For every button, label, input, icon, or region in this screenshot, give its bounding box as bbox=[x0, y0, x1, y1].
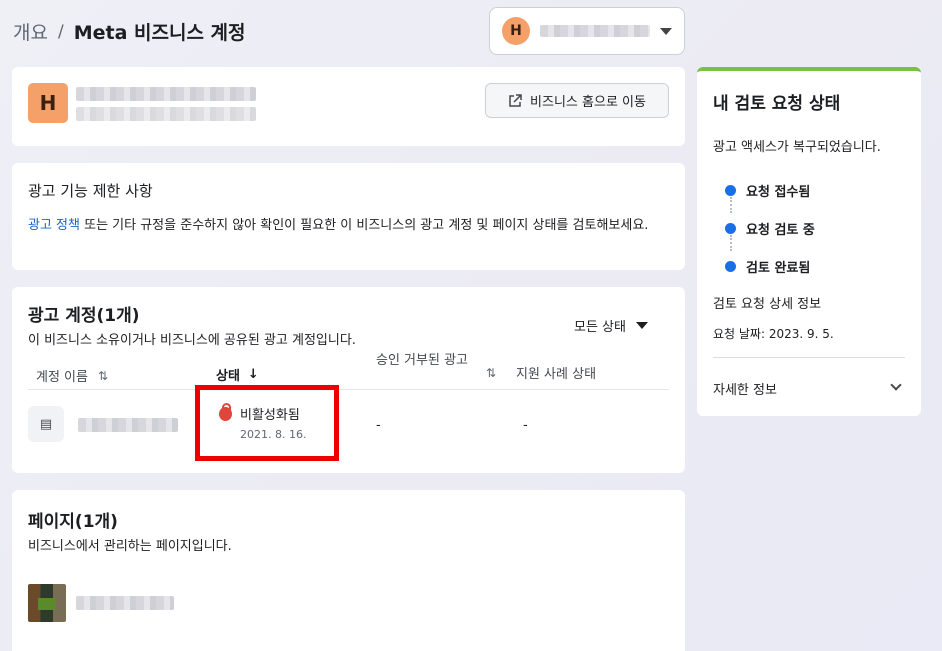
go-to-business-home-label: 비즈니스 홈으로 이동 bbox=[530, 95, 646, 110]
table-divider bbox=[28, 389, 669, 390]
ad-accounts-subtitle: 이 비즈니스 소유이거나 비즈니스에 공유된 광고 계정입니다. bbox=[28, 333, 356, 348]
pages-title: 페이지(1개) bbox=[28, 512, 118, 532]
account-name-redacted bbox=[540, 25, 650, 37]
business-avatar: H bbox=[28, 83, 68, 123]
column-header-support-case[interactable]: 지원 사례 상태 bbox=[516, 363, 596, 382]
status-filter-dropdown[interactable]: 모든 상태 bbox=[574, 316, 648, 335]
step-item: 요청 접수됨 bbox=[725, 171, 815, 209]
review-steps: 요청 접수됨 요청 검토 중 검토 완료됨 bbox=[725, 171, 815, 285]
review-status-description: 광고 액세스가 복구되었습니다. bbox=[713, 140, 881, 155]
step-dot-icon bbox=[725, 260, 736, 272]
step-connector bbox=[730, 235, 732, 251]
review-status-card: 내 검토 요청 상태 광고 액세스가 복구되었습니다. 요청 접수됨 요청 검토… bbox=[697, 67, 921, 416]
page-name-redacted[interactable] bbox=[76, 596, 174, 610]
sort-icon: ⇅ bbox=[97, 368, 109, 383]
column-header-account-name[interactable]: 계정 이름 ⇅ bbox=[36, 366, 109, 386]
breadcrumb-overview-link[interactable]: 개요 bbox=[13, 18, 48, 45]
step-item: 요청 검토 중 bbox=[725, 209, 815, 247]
step-connector bbox=[730, 197, 732, 213]
column-header-status[interactable]: 상태 ↓ bbox=[216, 365, 259, 384]
external-link-icon bbox=[509, 93, 522, 107]
step-dot-icon bbox=[725, 222, 736, 234]
page-thumbnail bbox=[28, 584, 66, 622]
ad-accounts-card: 광고 계정(1개) 이 비즈니스 소유이거나 비즈니스에 공유된 광고 계정입니… bbox=[12, 287, 685, 473]
ad-accounts-title: 광고 계정(1개) bbox=[28, 306, 140, 326]
review-detail-title: 검토 요청 상세 정보 bbox=[713, 297, 822, 312]
restriction-description-text: 또는 기타 규정을 준수하지 않아 확인이 필요한 이 비즈니스의 광고 계정 … bbox=[79, 218, 649, 233]
chevron-down-icon bbox=[660, 27, 672, 35]
sort-down-arrow-icon: ↓ bbox=[247, 367, 259, 382]
ad-account-name-redacted[interactable] bbox=[78, 418, 178, 432]
step-label: 요청 검토 중 bbox=[746, 222, 815, 238]
ad-restriction-card: 광고 기능 제한 사항 광고 정책 또는 기타 규정을 준수하지 않아 확인이 … bbox=[12, 163, 685, 270]
column-header-status-label: 상태 bbox=[216, 369, 240, 384]
step-label: 검토 완료됨 bbox=[746, 260, 811, 276]
more-info-toggle[interactable]: 자세한 정보 bbox=[713, 379, 777, 398]
business-name-redacted bbox=[76, 87, 256, 101]
column-header-account-name-label: 계정 이름 bbox=[36, 370, 88, 385]
support-case-value: - bbox=[523, 418, 528, 433]
divider bbox=[713, 357, 905, 358]
restriction-title: 광고 기능 제한 사항 bbox=[28, 182, 153, 200]
status-filter-label: 모든 상태 bbox=[574, 320, 626, 335]
step-item: 검토 완료됨 bbox=[725, 247, 815, 285]
step-dot-icon bbox=[725, 184, 736, 196]
breadcrumb-separator: / bbox=[57, 21, 64, 42]
step-label: 요청 접수됨 bbox=[746, 184, 811, 200]
account-switcher[interactable]: H bbox=[489, 7, 685, 55]
go-to-business-home-button[interactable]: 비즈니스 홈으로 이동 bbox=[485, 83, 669, 118]
highlight-annotation-box bbox=[195, 385, 339, 461]
ad-policy-link[interactable]: 광고 정책 bbox=[28, 218, 80, 233]
caret-down-icon bbox=[635, 322, 648, 329]
breadcrumb: 개요 / Meta 비즈니스 계정 bbox=[13, 18, 246, 45]
business-id-redacted bbox=[76, 107, 256, 121]
business-header-card: H 비즈니스 홈으로 이동 bbox=[12, 67, 685, 146]
avatar: H bbox=[502, 17, 530, 45]
column-header-denied-ads[interactable]: 승인 거부된 광고 bbox=[376, 353, 476, 369]
sort-icon[interactable]: ⇅ bbox=[486, 366, 496, 380]
pages-card: 페이지(1개) 비즈니스에서 관리하는 페이지입니다. bbox=[12, 490, 685, 651]
ad-account-icon: ▤ bbox=[28, 406, 64, 442]
page-title: Meta 비즈니스 계정 bbox=[73, 22, 246, 44]
pages-subtitle: 비즈니스에서 관리하는 페이지입니다. bbox=[28, 539, 232, 554]
review-status-title: 내 검토 요청 상태 bbox=[713, 94, 841, 114]
request-date: 요청 날짜: 2023. 9. 5. bbox=[713, 327, 834, 341]
denied-ads-value: - bbox=[376, 418, 381, 433]
restriction-description: 광고 정책 또는 기타 규정을 준수하지 않아 확인이 필요한 이 비즈니스의 … bbox=[28, 215, 669, 236]
chevron-down-icon[interactable] bbox=[890, 379, 902, 391]
